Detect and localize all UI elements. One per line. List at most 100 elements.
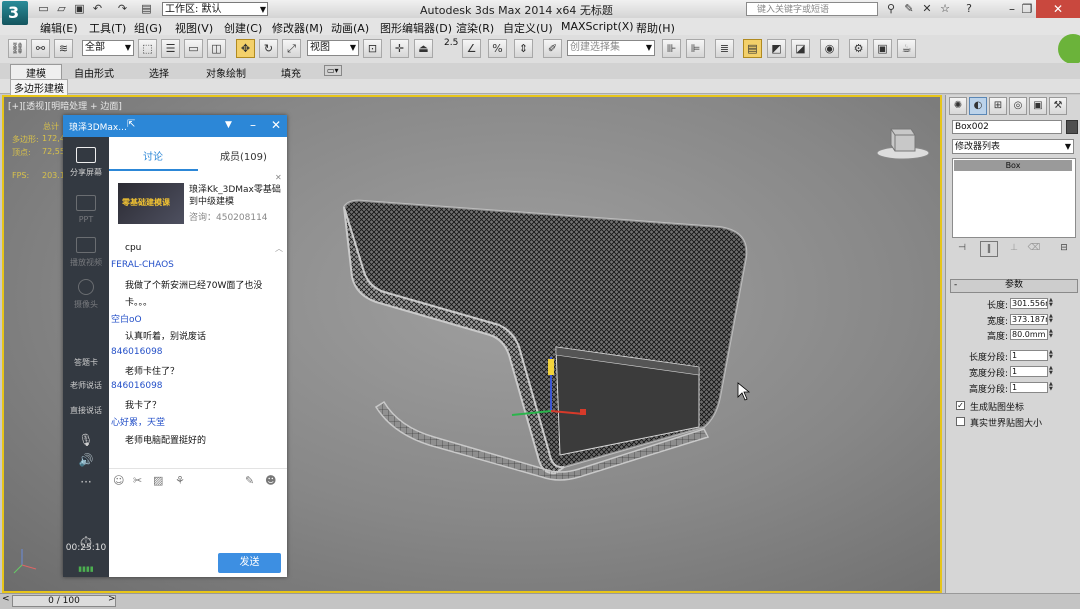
render-setup-icon[interactable]: ⚙ bbox=[849, 39, 868, 58]
chat-close-icon[interactable]: ✕ bbox=[271, 119, 281, 131]
time-slider[interactable]: 0 / 100 bbox=[12, 595, 116, 607]
send-button[interactable]: 发送 bbox=[218, 553, 281, 573]
camera-button[interactable]: 摄像头 bbox=[63, 279, 109, 310]
modifier-list-dropdown[interactable]: 修改器列表 ▼ bbox=[952, 139, 1074, 154]
edit-named-selection-icon[interactable]: ✐ bbox=[543, 39, 562, 58]
angle-snap-icon[interactable]: ∠ bbox=[462, 39, 481, 58]
modify-tab-icon[interactable]: ◐ bbox=[969, 97, 987, 115]
spinner-snap-icon[interactable]: ⇕ bbox=[514, 39, 533, 58]
image-icon[interactable]: ▨ bbox=[153, 474, 163, 487]
hierarchy-tab-icon[interactable]: ⊞ bbox=[989, 97, 1007, 115]
make-unique-icon[interactable]: ⊥ bbox=[1006, 241, 1022, 255]
flower-icon[interactable]: ⚘ bbox=[175, 474, 185, 487]
menu-maxscript[interactable]: MAXScript(X) bbox=[561, 20, 634, 33]
motion-tab-icon[interactable]: ◎ bbox=[1009, 97, 1027, 115]
height-segs-spinner[interactable]: ▲ ▼ bbox=[1049, 382, 1055, 393]
menu-customize[interactable]: 自定义(U) bbox=[503, 20, 553, 36]
height-spinner[interactable]: ▲ ▼ bbox=[1049, 329, 1055, 340]
project-folder-icon[interactable]: ▤ bbox=[140, 2, 153, 15]
screenshot-scissors-icon[interactable]: ✂ bbox=[133, 474, 142, 487]
create-tab-icon[interactable]: ✺ bbox=[949, 97, 967, 115]
height-segs-field[interactable]: 1 bbox=[1010, 382, 1048, 393]
menu-rendering[interactable]: 渲染(R) bbox=[456, 20, 494, 36]
message-list[interactable]: cpu FERAL-CHAOS 我做了个新安洲已经70W面了也没 卡。。。 空白… bbox=[109, 241, 287, 467]
curve-editor-icon[interactable]: ◩ bbox=[767, 39, 786, 58]
app-logo-icon[interactable]: 3 bbox=[2, 1, 28, 25]
object-color-swatch[interactable] bbox=[1066, 120, 1078, 134]
width-segs-field[interactable]: 1 bbox=[1010, 366, 1048, 377]
align-icon[interactable]: ⊫ bbox=[686, 39, 705, 58]
pivot-center-icon[interactable]: ⊡ bbox=[363, 39, 382, 58]
pin-stack-icon[interactable]: ⊣ bbox=[954, 241, 970, 255]
object-name-field[interactable]: Box002 bbox=[952, 120, 1062, 134]
schematic-view-icon[interactable]: ◪ bbox=[791, 39, 810, 58]
message-author[interactable]: FERAL-CHAOS bbox=[111, 260, 174, 270]
save-icon[interactable]: ▣ bbox=[73, 2, 86, 15]
keyboard-shortcut-icon[interactable]: ⏏ bbox=[414, 39, 433, 58]
communication-icon[interactable]: ✕ bbox=[920, 2, 934, 16]
direct-speak-button[interactable]: 直接说话 bbox=[63, 405, 109, 416]
time-next-icon[interactable]: > bbox=[108, 594, 116, 604]
microphone-icon[interactable]: 🎙 bbox=[63, 433, 109, 447]
selection-filter-dropdown[interactable]: 全部 ▼ bbox=[82, 40, 134, 56]
message-author[interactable]: 心好累，天堂 bbox=[111, 415, 165, 428]
message-author[interactable]: 846016098 bbox=[111, 347, 163, 357]
select-link-icon[interactable]: ⛓ bbox=[8, 39, 27, 58]
speaker-icon[interactable]: 🔊 bbox=[63, 453, 109, 467]
select-object-icon[interactable]: ⬚ bbox=[138, 39, 157, 58]
tab-modeling[interactable]: 建模 bbox=[10, 64, 62, 80]
display-tab-icon[interactable]: ▣ bbox=[1029, 97, 1047, 115]
utilities-tab-icon[interactable]: ⚒ bbox=[1049, 97, 1067, 115]
tab-populate[interactable]: 填充 bbox=[281, 65, 301, 80]
length-field[interactable]: 301.556m bbox=[1010, 298, 1048, 309]
unlink-icon[interactable]: ⚯ bbox=[31, 39, 50, 58]
undo-icon[interactable]: ↶ bbox=[91, 2, 104, 15]
manipulate-icon[interactable]: ✛ bbox=[390, 39, 409, 58]
height-field[interactable]: 80.0mm bbox=[1010, 329, 1048, 340]
bind-space-warp-icon[interactable]: ≋ bbox=[54, 39, 73, 58]
tab-freeform[interactable]: 自由形式 bbox=[74, 65, 114, 80]
share-screen-button[interactable]: 分享屏幕 bbox=[63, 147, 109, 178]
menu-graph-editors[interactable]: 图形编辑器(D) bbox=[380, 20, 452, 36]
parameters-rollout[interactable]: - 参数 bbox=[950, 279, 1078, 293]
edit-icon[interactable]: ✎ bbox=[245, 474, 254, 487]
answer-card-button[interactable]: 答题卡 bbox=[63, 357, 109, 368]
real-world-map-checkbox[interactable] bbox=[956, 417, 965, 426]
tab-discussion[interactable]: 讨论 bbox=[143, 148, 163, 163]
search-input[interactable]: 键入关键字或短语 bbox=[746, 2, 878, 16]
user-icon[interactable]: ☻ bbox=[265, 474, 276, 487]
length-segs-field[interactable]: 1 bbox=[1010, 350, 1048, 361]
menu-modifiers[interactable]: 修改器(M) bbox=[272, 20, 323, 36]
subscription-icon[interactable]: ✎ bbox=[902, 2, 916, 16]
teacher-speak-button[interactable]: 老师说话 bbox=[63, 380, 109, 391]
layer-manager-icon[interactable]: ≣ bbox=[715, 39, 734, 58]
material-editor-icon[interactable]: ◉ bbox=[820, 39, 839, 58]
help-icon[interactable]: ? bbox=[962, 2, 976, 16]
graphite-toolbar-icon[interactable]: ▤ bbox=[743, 39, 762, 58]
width-segs-spinner[interactable]: ▲ ▼ bbox=[1049, 366, 1055, 377]
redo-icon[interactable]: ↷ bbox=[116, 2, 129, 15]
width-spinner[interactable]: ▲ ▼ bbox=[1049, 314, 1055, 325]
time-prev-icon[interactable]: < bbox=[2, 594, 10, 604]
course-card[interactable]: 零基础建模课 琅泽Kk_3DMax零基础到中级建模 咨询：450208114 bbox=[118, 178, 281, 230]
scroll-up-icon[interactable]: ︿ bbox=[275, 243, 283, 254]
select-rotate-icon[interactable]: ↻ bbox=[259, 39, 278, 58]
named-selection-dropdown[interactable]: 创建选择集 ▼ bbox=[567, 40, 655, 56]
length-spinner[interactable]: ▲ ▼ bbox=[1049, 298, 1055, 309]
width-field[interactable]: 373.187m bbox=[1010, 314, 1048, 325]
tab-members[interactable]: 成员(109) bbox=[220, 148, 267, 163]
emoji-icon[interactable]: ☺ bbox=[113, 474, 124, 487]
gen-mapping-checkbox[interactable]: ✓ bbox=[956, 401, 965, 410]
favorites-star-icon[interactable]: ☆ bbox=[938, 2, 952, 16]
window-crossing-icon[interactable]: ◫ bbox=[207, 39, 226, 58]
modifier-stack[interactable]: Box bbox=[952, 158, 1076, 238]
select-move-icon[interactable]: ✥ bbox=[236, 39, 255, 58]
ppt-button[interactable]: PPT bbox=[63, 195, 109, 224]
tab-object-paint[interactable]: 对象绘制 bbox=[206, 65, 246, 80]
tab-polygon-modeling[interactable]: 多边形建模 bbox=[10, 79, 68, 96]
new-file-icon[interactable]: ▭ bbox=[37, 2, 50, 15]
stack-item-box[interactable]: Box bbox=[954, 160, 1072, 171]
select-scale-icon[interactable]: ⤢ bbox=[282, 39, 301, 58]
percent-snap-icon[interactable]: % bbox=[488, 39, 507, 58]
restore-button[interactable]: ❐ bbox=[1016, 0, 1038, 18]
